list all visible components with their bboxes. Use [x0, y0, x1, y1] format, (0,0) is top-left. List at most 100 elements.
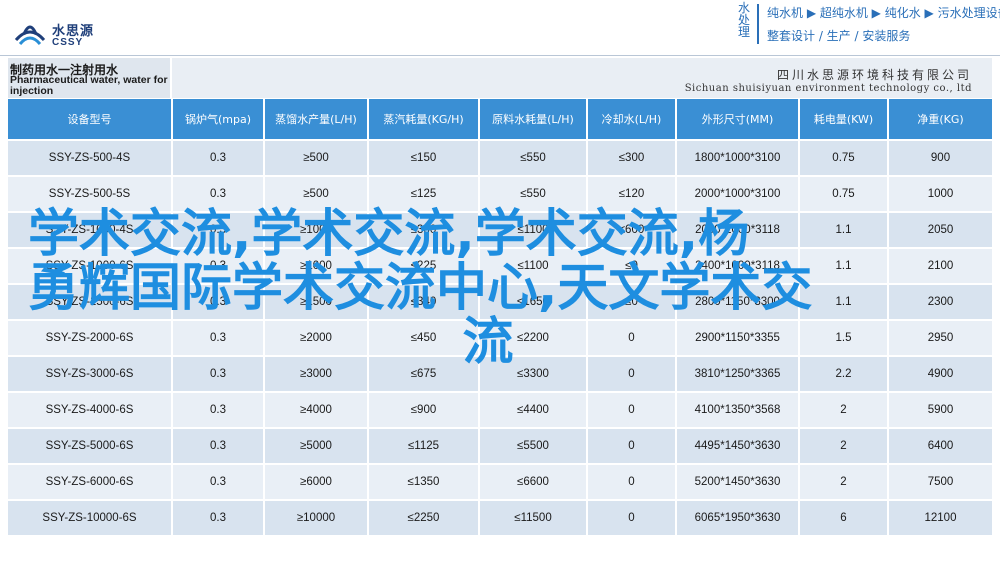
table-cell: ≤1650 — [480, 285, 586, 319]
table-cell: ≤150 — [369, 141, 478, 175]
table-cell: 2400*1000*3118 — [677, 249, 798, 283]
slogan-line-services: 整套设计 / 生产 / 安装服务 — [767, 29, 911, 43]
table-cell: 0 — [588, 321, 675, 355]
table-cell: SSY-ZS-1000-4S — [8, 213, 171, 247]
table-cell: 0.3 — [173, 429, 263, 463]
table-cell: 1.1 — [800, 285, 887, 319]
table-cell: 4100*1350*3568 — [677, 393, 798, 427]
table-cell: ≥500 — [265, 141, 367, 175]
table-cell: SSY-ZS-1000-6S — [8, 249, 171, 283]
water-drop-logo-icon — [14, 25, 46, 46]
table-cell: SSY-ZS-5000-6S — [8, 429, 171, 463]
table-cell: 0.75 — [800, 141, 887, 175]
slogan-label: 水处理 — [737, 1, 750, 39]
table-cell: ≤11500 — [480, 501, 586, 535]
col-header-steam-consumption: 蒸汽耗量(KG/H) — [369, 99, 478, 139]
table-cell: ≥3000 — [265, 357, 367, 391]
table-cell: SSY-ZS-500-5S — [8, 177, 171, 211]
table-cell: 0.3 — [173, 177, 263, 211]
table-cell: ≤4400 — [480, 393, 586, 427]
table-cell: ≥1500 — [265, 285, 367, 319]
col-header-dimensions: 外形尺寸(MM) — [677, 99, 798, 139]
table-cell: 3810*1250*3365 — [677, 357, 798, 391]
table-cell: 0 — [588, 429, 675, 463]
col-header-power: 耗电量(KW) — [800, 99, 887, 139]
slogan-line-products: 纯水机 ▶ 超纯水机 ▶ 纯化水 ▶ 污水处理设备 — [767, 6, 1000, 20]
table-cell: ≥1000 — [265, 249, 367, 283]
table-cell: 2000*1000*3100 — [677, 177, 798, 211]
col-header-feed-water: 原料水耗量(L/H) — [480, 99, 586, 139]
table-row: SSY-ZS-1000-6S 0.3 ≥1000 ≤225 ≤1100 ≤0 2… — [8, 249, 992, 283]
company-name-cn: 四川水思源环境科技有限公司 — [776, 68, 972, 82]
table-cell: SSY-ZS-3000-6S — [8, 357, 171, 391]
table-cell: 2900*1150*3355 — [677, 321, 798, 355]
table-cell: ≥6000 — [265, 465, 367, 499]
table-cell: 5900 — [889, 393, 992, 427]
table-cell: ≤1100 — [480, 213, 586, 247]
col-header-model: 设备型号 — [8, 99, 171, 139]
table-cell: SSY-ZS-2000-6S — [8, 321, 171, 355]
table-row: SSY-ZS-4000-6S 0.3 ≥4000 ≤900 ≤4400 0 41… — [8, 393, 992, 427]
table-cell: SSY-ZS-6000-6S — [8, 465, 171, 499]
table-cell: ≤550 — [480, 177, 586, 211]
table-cell: ≤125 — [369, 177, 478, 211]
table-row: SSY-ZS-500-4S 0.3 ≥500 ≤150 ≤550 ≤300 18… — [8, 141, 992, 175]
table-cell: 4900 — [889, 357, 992, 391]
table-cell: ≤225 — [369, 249, 478, 283]
table-cell: 6 — [800, 501, 887, 535]
spec-table-body: SSY-ZS-500-4S 0.3 ≥500 ≤150 ≤550 ≤300 18… — [8, 141, 992, 537]
header-divider — [0, 55, 1000, 56]
table-cell: ≤0 — [588, 285, 675, 319]
table-row: SSY-ZS-1000-4S 0.3 ≥1000 ≤300 ≤1100 ≤600… — [8, 213, 992, 247]
table-cell: SSY-ZS-4000-6S — [8, 393, 171, 427]
brand-logo: 水思源 CSSY — [14, 18, 144, 52]
table-cell: 1.5 — [800, 321, 887, 355]
table-cell: 1.1 — [800, 249, 887, 283]
table-cell: ≤450 — [369, 321, 478, 355]
col-header-weight: 净重(KG) — [889, 99, 992, 139]
table-row: SSY-ZS-3000-6S 0.3 ≥3000 ≤675 ≤3300 0 38… — [8, 357, 992, 391]
slogan-box: 水处理 纯水机 ▶ 超纯水机 ▶ 纯化水 ▶ 污水处理设备 整套设计 / 生产 … — [734, 0, 1000, 50]
table-row: SSY-ZS-1500-6S 0.3 ≥1500 ≤340 ≤1650 ≤0 2… — [8, 285, 992, 319]
table-cell: 0.3 — [173, 357, 263, 391]
table-cell: 0.3 — [173, 213, 263, 247]
table-cell: SSY-ZS-1500-6S — [8, 285, 171, 319]
table-cell: ≤6600 — [480, 465, 586, 499]
table-cell: 12100 — [889, 501, 992, 535]
table-cell: 0.3 — [173, 501, 263, 535]
table-cell: 0 — [588, 357, 675, 391]
table-cell: 2 — [800, 465, 887, 499]
table-row: SSY-ZS-6000-6S 0.3 ≥6000 ≤1350 ≤6600 0 5… — [8, 465, 992, 499]
doc-title-en: Pharmaceutical water, water for injectio… — [10, 74, 168, 97]
company-cell: 四川水思源环境科技有限公司 Sichuan shuisiyuan environ… — [172, 58, 992, 98]
table-cell: 2 — [800, 429, 887, 463]
table-cell: ≤300 — [588, 141, 675, 175]
table-cell: 900 — [889, 141, 992, 175]
table-cell: ≥1000 — [265, 213, 367, 247]
table-cell: 0.75 — [800, 177, 887, 211]
table-cell: ≤300 — [369, 213, 478, 247]
table-cell: 0.3 — [173, 141, 263, 175]
table-cell: ≥5000 — [265, 429, 367, 463]
table-cell: 5200*1450*3630 — [677, 465, 798, 499]
doc-title-cell: 制药用水一注射用水 Pharmaceutical water, water fo… — [8, 58, 170, 98]
table-cell: ≥4000 — [265, 393, 367, 427]
table-cell: ≤1350 — [369, 465, 478, 499]
table-cell: ≤120 — [588, 177, 675, 211]
table-cell: ≤1100 — [480, 249, 586, 283]
col-header-distilled-output: 蒸馏水产量(L/H) — [265, 99, 367, 139]
table-cell: ≥500 — [265, 177, 367, 211]
table-cell: 2000*1000*3118 — [677, 213, 798, 247]
table-cell: 6065*1950*3630 — [677, 501, 798, 535]
table-row: SSY-ZS-10000-6S 0.3 ≥10000 ≤2250 ≤11500 … — [8, 501, 992, 535]
col-header-cooling-water: 冷却水(L/H) — [588, 99, 675, 139]
table-cell: 2100 — [889, 249, 992, 283]
table-cell: 1000 — [889, 177, 992, 211]
table-cell: 0.3 — [173, 321, 263, 355]
slogan-divider — [757, 4, 759, 44]
table-cell: SSY-ZS-10000-6S — [8, 501, 171, 535]
table-cell: ≥2000 — [265, 321, 367, 355]
table-cell: 0.3 — [173, 285, 263, 319]
table-cell: ≤2250 — [369, 501, 478, 535]
table-cell: ≤5500 — [480, 429, 586, 463]
